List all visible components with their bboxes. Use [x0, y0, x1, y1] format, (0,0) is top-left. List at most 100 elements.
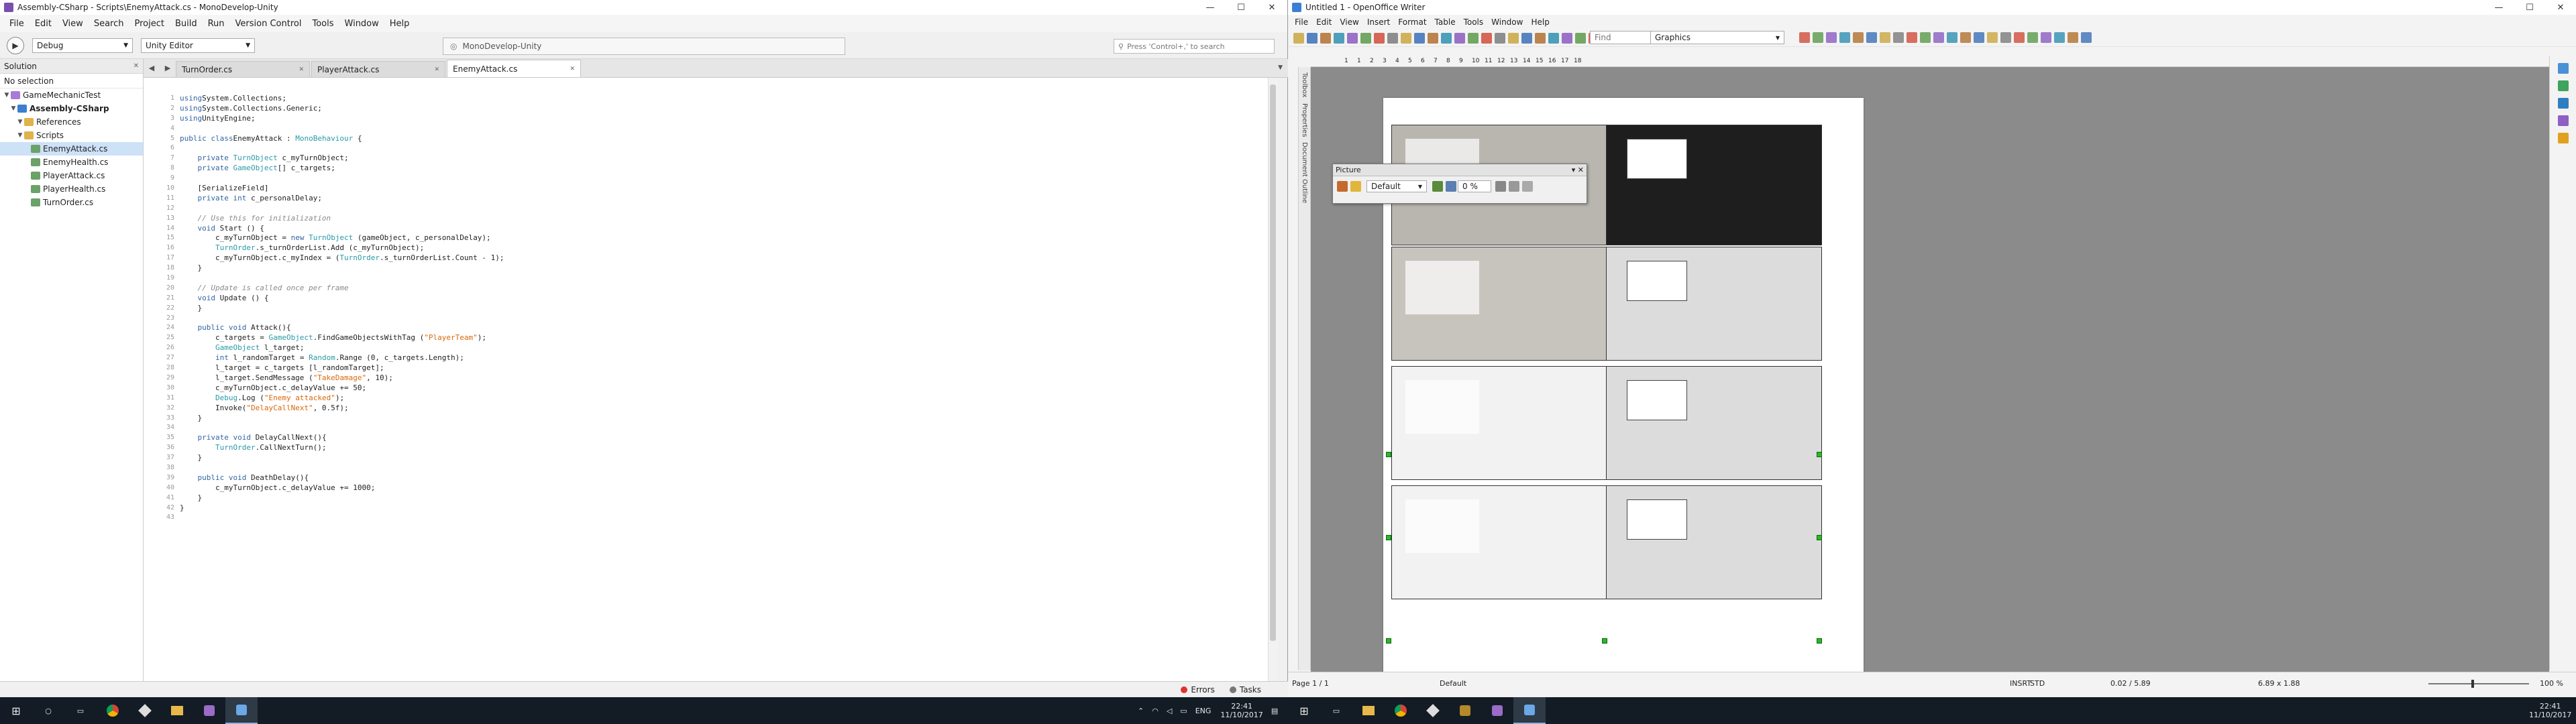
toolbar-tool-icon[interactable] — [1360, 32, 1371, 44]
tree-item[interactable]: ▼ Assembly-CSharp — [0, 102, 143, 115]
code-area[interactable]: usingSystem.Collections; usingSystem.Coll… — [180, 94, 504, 523]
code-line[interactable]: private int c_personalDelay; — [180, 194, 504, 204]
code-line[interactable]: l_target = c_targets [l_randomTarget]; — [180, 363, 504, 373]
expand-arrow-icon[interactable]: ▼ — [16, 132, 24, 139]
md-menu-item[interactable]: Version Control — [230, 19, 307, 29]
side-dock-tab[interactable]: Document Outline — [1301, 142, 1308, 203]
status-selection-mode[interactable]: STD — [2030, 679, 2045, 688]
code-line[interactable]: c_myTurnObject.c_delayValue += 50; — [180, 383, 504, 394]
md-menu-item[interactable]: Project — [129, 19, 169, 29]
close-icon[interactable]: ✕ — [133, 62, 139, 70]
code-line[interactable]: c_myTurnObject.c_delayValue += 1000; — [180, 483, 504, 493]
format-tool-icon[interactable] — [1987, 32, 1998, 43]
close-icon[interactable]: ✕ — [434, 66, 439, 73]
editor-tab[interactable]: TurnOrder.cs ✕ — [176, 61, 310, 77]
network-icon[interactable]: ▭ — [1180, 707, 1187, 715]
clock-right[interactable]: 22:41 11/10/2017 — [2529, 702, 2571, 719]
code-line[interactable]: private void DelayCallNext(){ — [180, 433, 504, 443]
oo-menu-item[interactable]: View — [1336, 17, 1362, 27]
clock-left[interactable]: 22:41 11/10/2017 — [1220, 702, 1263, 719]
language-indicator[interactable]: ENG — [1195, 707, 1212, 715]
screenshot-thumbnail[interactable] — [1391, 485, 1607, 599]
toolbar-tool-icon[interactable] — [1468, 32, 1479, 44]
toolbar-tool-icon[interactable] — [1387, 32, 1398, 44]
search-taskbar-button[interactable]: ○ — [32, 697, 64, 724]
toolbar-tool-icon[interactable] — [1495, 32, 1505, 44]
tab-forward-icon[interactable]: ▶ — [165, 64, 170, 72]
toolbar-tool-icon[interactable] — [1535, 32, 1546, 44]
filter-icon[interactable] — [1337, 181, 1348, 192]
chrome-taskbar-button-2[interactable] — [1385, 697, 1417, 724]
toolbar-tool-icon[interactable] — [1562, 32, 1572, 44]
code-line[interactable]: [SerializeField] — [180, 184, 504, 194]
format-tool-icon[interactable] — [1853, 32, 1864, 43]
status-zoom[interactable]: 100 % — [2540, 679, 2563, 688]
crop-icon[interactable] — [1495, 181, 1506, 192]
tab-overflow-icon[interactable]: ▼ — [1278, 64, 1283, 71]
format-tool-icon[interactable] — [2068, 32, 2078, 43]
resize-handle[interactable] — [1817, 535, 1822, 540]
toolbar-tool-icon[interactable] — [1347, 32, 1358, 44]
code-line[interactable]: } — [180, 263, 504, 274]
code-line[interactable]: Debug.Log ("Enemy attacked"); — [180, 394, 504, 404]
toolbar-tool-icon[interactable] — [1320, 32, 1331, 44]
tree-item[interactable]: ▼ References — [0, 115, 143, 129]
task-view-button[interactable]: ▭ — [64, 697, 97, 724]
tree-item[interactable]: EnemyHealth.cs — [0, 156, 143, 169]
md-menu-item[interactable]: Window — [339, 19, 384, 29]
side-dock-tab[interactable]: Toolbox — [1301, 72, 1308, 98]
toolbar-tool-icon[interactable] — [1441, 32, 1452, 44]
chevron-up-icon[interactable]: ⌃ — [1138, 707, 1144, 715]
start-button-2[interactable]: ⊞ — [1288, 697, 1320, 724]
oo-menu-item[interactable]: Tools — [1460, 17, 1488, 27]
code-line[interactable]: // Update is called once per frame — [180, 284, 504, 294]
format-tool-icon[interactable] — [2081, 32, 2092, 43]
side-dock-tab[interactable]: Properties — [1301, 103, 1308, 137]
format-tool-icon[interactable] — [1826, 32, 1837, 43]
screenshot-thumbnail[interactable] — [1606, 247, 1822, 361]
format-tool-icon[interactable] — [1866, 32, 1877, 43]
code-line[interactable] — [180, 423, 504, 433]
toolbar-tool-icon[interactable] — [1293, 32, 1304, 44]
toolbar-tool-icon[interactable] — [1414, 32, 1425, 44]
errors-button[interactable]: Errors — [1181, 685, 1215, 695]
toolbar-tool-icon[interactable] — [1454, 32, 1465, 44]
oo-menu-item[interactable]: Insert — [1363, 17, 1394, 27]
format-tool-icon[interactable] — [1920, 32, 1931, 43]
toolbar-tool-icon[interactable] — [1428, 32, 1438, 44]
resize-handle[interactable] — [1386, 638, 1391, 644]
code-line[interactable] — [180, 204, 504, 214]
editor-scrollbar[interactable] — [1268, 78, 1277, 681]
expand-arrow-icon[interactable]: ▼ — [16, 119, 24, 125]
format-tool-icon[interactable] — [1947, 32, 1957, 43]
code-line[interactable]: public void DeathDelay(){ — [180, 473, 504, 483]
dock-panel-icon[interactable] — [2557, 98, 2569, 109]
md-menu-item[interactable]: Help — [384, 19, 415, 29]
toolbar-tool-icon[interactable] — [1307, 32, 1318, 44]
status-insert-mode[interactable]: INSRT — [2010, 679, 2031, 688]
format-tool-icon[interactable] — [1907, 32, 1917, 43]
format-tool-icon[interactable] — [1893, 32, 1904, 43]
code-line[interactable]: TurnOrder.CallNextTurn(); — [180, 443, 504, 453]
zoom-slider-thumb[interactable] — [2471, 680, 2474, 688]
editor-tab[interactable]: PlayerAttack.cs ✕ — [311, 61, 445, 77]
graphics-mode-select[interactable]: Default ▼ — [1366, 180, 1427, 192]
format-tool-icon[interactable] — [2000, 32, 2011, 43]
code-line[interactable] — [180, 463, 504, 473]
toolbar-tool-icon[interactable] — [1521, 32, 1532, 44]
resize-handle[interactable] — [1602, 638, 1607, 644]
openoffice-taskbar-button-2[interactable] — [1513, 697, 1546, 724]
md-minimize-button[interactable]: — — [1195, 0, 1226, 15]
editor-scroll-thumb[interactable] — [1270, 84, 1276, 641]
md-menu-item[interactable]: Run — [203, 19, 230, 29]
code-line[interactable]: usingUnityEngine; — [180, 114, 504, 124]
code-line[interactable]: private GameObject[] c_targets; — [180, 164, 504, 174]
tab-back-icon[interactable]: ◀ — [149, 64, 154, 72]
openoffice-taskbar-button[interactable] — [225, 697, 258, 724]
code-line[interactable]: void Update () { — [180, 294, 504, 304]
screenshot-thumbnail[interactable] — [1606, 125, 1822, 245]
run-button[interactable]: ▶ — [7, 36, 24, 54]
code-line[interactable] — [180, 314, 504, 324]
tree-item[interactable]: ▼ GameMechanicTest — [0, 88, 143, 102]
unity-taskbar-button[interactable] — [129, 697, 161, 724]
